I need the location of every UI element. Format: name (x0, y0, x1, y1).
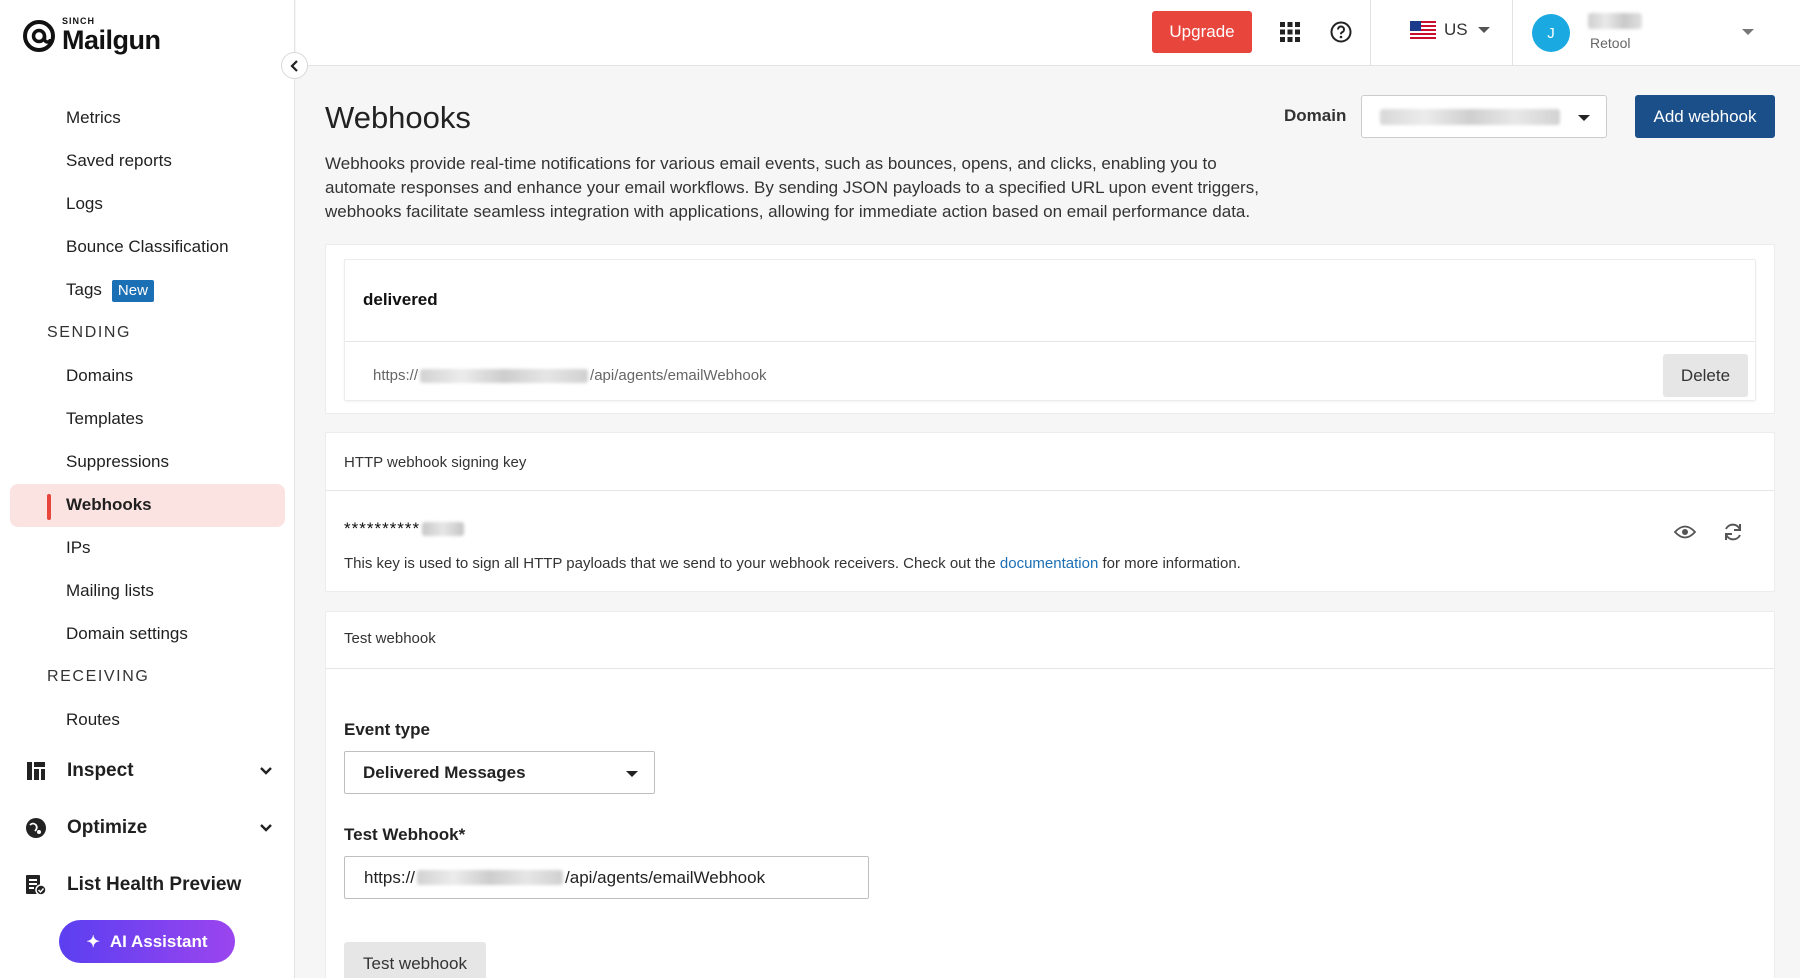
url-host-redacted (417, 870, 564, 885)
show-key-eye-icon[interactable] (1674, 521, 1696, 543)
url-suffix: /api/agents/emailWebhook (565, 867, 766, 887)
note-text-end: for more information. (1098, 555, 1241, 572)
divider (326, 490, 1774, 491)
sidebar-group-label: Optimize (67, 817, 148, 838)
add-webhook-button[interactable]: Add webhook (1635, 95, 1775, 138)
intro-text: Webhooks provide real-time notifications… (325, 154, 1259, 221)
test-webhook-button[interactable]: Test webhook (344, 942, 486, 978)
divider (1370, 0, 1371, 66)
sidebar-item-metrics[interactable]: Metrics (66, 106, 121, 130)
test-webhook-card: Test webhook Event type Delivered Messag… (325, 611, 1775, 978)
collapse-sidebar-button[interactable] (281, 52, 308, 79)
chevron-left-icon (289, 59, 298, 72)
apps-grid-icon[interactable] (1280, 22, 1300, 42)
app-root: SINCH Mailgun Metrics Saved reports Logs… (0, 0, 1800, 978)
sidebar: SINCH Mailgun Metrics Saved reports Logs… (0, 0, 295, 978)
signing-key-card: HTTP webhook signing key ********** This… (325, 432, 1775, 592)
top-bar (296, 0, 1800, 66)
masked-key: ********** (344, 519, 421, 538)
help-icon[interactable] (1330, 21, 1352, 43)
caret-down-icon (1578, 115, 1590, 121)
webhook-event-name: delivered (363, 290, 438, 309)
signing-key-value: ********** (344, 519, 465, 539)
key-tail-redacted (422, 522, 465, 536)
url-prefix: https:// (373, 367, 419, 384)
sidebar-item-domains[interactable]: Domains (66, 364, 133, 388)
chevron-down-icon (260, 767, 272, 775)
url-prefix: https:// (364, 867, 416, 887)
refresh-key-icon[interactable] (1722, 521, 1744, 543)
divider (345, 341, 1755, 342)
caret-down-icon (626, 771, 638, 777)
user-org: Retool (1590, 35, 1631, 51)
sidebar-item-bounce-classification[interactable]: Bounce Classification (66, 235, 229, 259)
url-host-redacted (420, 368, 589, 383)
ai-assistant-button[interactable]: ✦ AI Assistant (59, 920, 235, 963)
domain-label: Domain (1284, 106, 1347, 125)
signing-key-title: HTTP webhook signing key (344, 454, 527, 471)
page-title: Webhooks (325, 100, 471, 135)
sidebar-item-ips[interactable]: IPs (66, 536, 91, 560)
us-flag-icon (1410, 21, 1436, 39)
user-name-redacted (1588, 13, 1642, 29)
divider (326, 668, 1774, 669)
sidebar-item-routes[interactable]: Routes (66, 708, 120, 732)
ai-assistant-label: AI Assistant (109, 931, 208, 951)
note-text: This key is used to sign all HTTP payloa… (344, 555, 1000, 572)
event-type-value: Delivered Messages (363, 762, 526, 782)
sidebar-group-optimize[interactable]: Optimize (25, 813, 275, 843)
sidebar-item-templates[interactable]: Templates (66, 407, 143, 431)
test-webhook-url-input[interactable]: https:// /api/agents/emailWebhook (344, 856, 869, 899)
event-type-label: Event type (344, 720, 430, 739)
webhook-item: delivered https:// /api/agents/emailWebh… (344, 259, 1756, 401)
optimize-icon (25, 817, 47, 839)
sidebar-item-suppressions[interactable]: Suppressions (66, 450, 169, 474)
avatar[interactable]: J (1532, 14, 1570, 52)
new-badge: New (111, 280, 154, 302)
region-label: US (1444, 20, 1468, 39)
webhook-card: delivered https:// /api/agents/emailWebh… (325, 244, 1775, 414)
section-receiving: RECEIVING (47, 668, 150, 685)
sidebar-item-label: Tags (66, 280, 102, 299)
test-webhook-title: Test webhook (344, 630, 436, 647)
user-menu-caret-icon[interactable] (1742, 29, 1754, 35)
domain-select[interactable] (1361, 95, 1607, 138)
domain-value-redacted (1380, 109, 1560, 125)
chevron-down-icon (260, 824, 272, 832)
event-type-select[interactable]: Delivered Messages (344, 751, 655, 794)
signing-key-note: This key is used to sign all HTTP payloa… (344, 555, 1241, 572)
sidebar-group-inspect[interactable]: Inspect (25, 756, 275, 786)
section-sending: SENDING (47, 324, 132, 341)
sidebar-item-mailing-lists[interactable]: Mailing lists (66, 579, 154, 603)
brand-name: Mailgun (62, 25, 161, 55)
brand-logo[interactable]: SINCH Mailgun (22, 17, 161, 54)
sidebar-item-saved-reports[interactable]: Saved reports (66, 149, 172, 173)
sidebar-group-label: List Health Preview (67, 874, 242, 895)
sidebar-item-domain-settings[interactable]: Domain settings (66, 622, 188, 646)
sparkle-icon: ✦ (86, 933, 100, 951)
sidebar-item-tags[interactable]: Tags New (66, 278, 154, 302)
documentation-link[interactable]: documentation (1000, 555, 1098, 572)
sidebar-group-list-health[interactable]: List Health Preview (25, 870, 275, 900)
test-webhook-url-label: Test Webhook* (344, 825, 466, 844)
caret-down-icon (1477, 27, 1490, 33)
sidebar-item-logs[interactable]: Logs (66, 192, 103, 216)
sidebar-item-webhooks[interactable]: Webhooks (66, 493, 152, 517)
url-suffix: /api/agents/emailWebhook (590, 367, 767, 384)
sidebar-active-indicator (47, 494, 51, 520)
inspect-icon (25, 760, 47, 782)
sidebar-group-label: Inspect (67, 760, 134, 781)
mailgun-logo-icon (23, 19, 55, 52)
list-health-icon (25, 874, 47, 896)
delete-webhook-button[interactable]: Delete (1663, 354, 1748, 397)
webhook-url: https:// /api/agents/emailWebhook (373, 367, 767, 384)
divider (1512, 0, 1513, 66)
upgrade-button[interactable]: Upgrade (1152, 11, 1252, 53)
region-selector[interactable]: US (1410, 20, 1490, 40)
